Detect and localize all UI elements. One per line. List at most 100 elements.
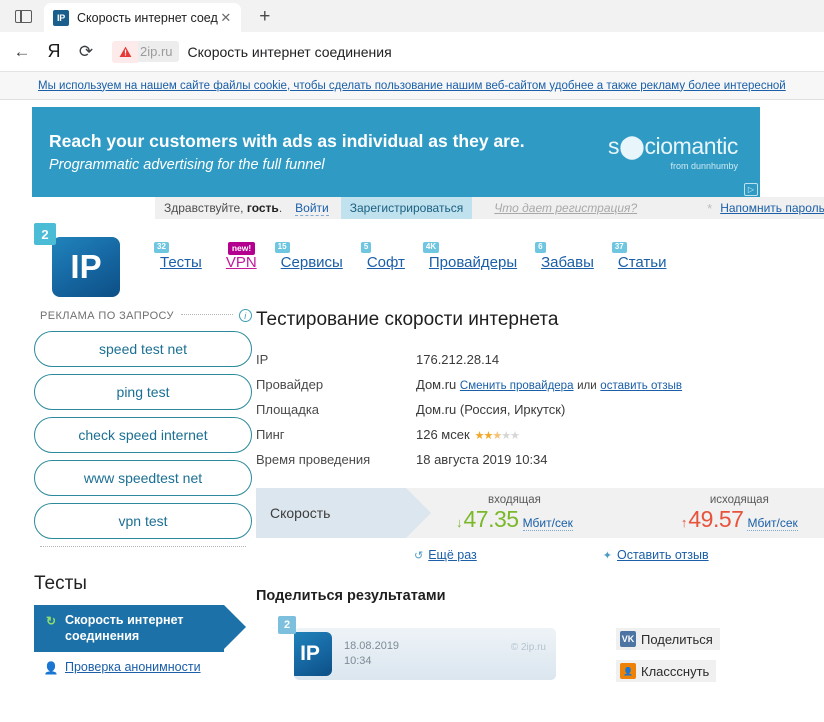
- star-filled: ★: [474, 430, 485, 442]
- nav-badge: 15: [274, 242, 290, 253]
- share-card-badge: 2: [278, 616, 296, 634]
- share-card-watermark: © 2ip.ru: [510, 642, 546, 653]
- nav-item-5[interactable]: 6 Забавы: [535, 242, 594, 272]
- promo-button-0[interactable]: speed test net: [34, 331, 252, 367]
- table-row-ping: Пинг 126 мсек ★★★★★: [256, 422, 824, 447]
- test-item-0[interactable]: ↻ Скорость интернет соединения: [34, 605, 246, 653]
- nav-item-4[interactable]: 4K Провайдеры: [422, 242, 517, 272]
- row-label-datetime: Время проведения: [256, 452, 371, 467]
- remind-password-link[interactable]: Напомнить пароль: [720, 201, 824, 215]
- ad-banner-container: Reach your customers with ads as individ…: [0, 100, 824, 197]
- share-result-card[interactable]: IP 18.08.2019 10:34 © 2ip.ru: [294, 628, 556, 680]
- yandex-logo-icon[interactable]: Я: [38, 36, 70, 68]
- reload-icon[interactable]: ⟳: [70, 36, 102, 68]
- site-logo[interactable]: 2 IP: [34, 223, 122, 297]
- tab-favicon: IP: [53, 9, 69, 26]
- browser-toolbar: ← Я ⟳ 2ip.ru Скорость интернет соединени…: [0, 32, 824, 72]
- download-unit[interactable]: Мбит/сек: [522, 516, 573, 531]
- test-item-label: Проверка анонимности: [65, 660, 201, 675]
- promo-header-label: РЕКЛАМА ПО ЗАПРОСУ: [40, 309, 174, 322]
- address-bar-title: Скорость интернет соединения: [187, 43, 392, 60]
- promo-header-divider: [180, 313, 233, 315]
- speed-actions: ↺ Ещё раз ✦ Оставить отзыв: [256, 538, 824, 562]
- logo-badge: 2: [34, 223, 56, 245]
- leave-review-button[interactable]: ✦ Оставить отзыв: [603, 548, 709, 562]
- leave-review-link[interactable]: оставить отзыв: [600, 380, 682, 392]
- share-button-label: Классснуть: [641, 663, 710, 679]
- download-caption: входящая: [487, 493, 541, 506]
- greeting-text: Здравствуйте, гость.: [155, 201, 282, 215]
- row-label-platform: Площадка: [256, 402, 320, 417]
- row-value-provider: Дом.ru Сменить провайдера или оставить о…: [416, 372, 824, 397]
- ok-icon: 👤: [620, 663, 636, 679]
- table-row-datetime: Время проведения 18 августа 2019 10:34: [256, 447, 824, 472]
- upload-value: 49.57: [688, 505, 744, 532]
- nav-item-3[interactable]: 5 Софт: [360, 242, 405, 272]
- table-row-provider: Провайдер Дом.ru Сменить провайдера или …: [256, 372, 824, 397]
- test-item-1[interactable]: 👤 Проверка анонимности: [34, 652, 252, 684]
- nav-item-0[interactable]: 32 Тесты: [154, 242, 202, 272]
- cookie-notice-text[interactable]: Мы используем на нашем сайте файлы cooki…: [38, 80, 786, 92]
- nav-item-label: VPN: [225, 254, 257, 271]
- share-card-date: 18.08.2019: [344, 640, 400, 653]
- star-half: ★: [492, 430, 502, 442]
- login-link[interactable]: Войти: [295, 201, 329, 216]
- ad-text-block: Reach your customers with ads as individ…: [32, 131, 608, 173]
- vk-icon: VK: [620, 631, 636, 647]
- share-button-vk[interactable]: VK Поделиться: [616, 628, 720, 650]
- new-tab-icon[interactable]: +: [251, 3, 279, 31]
- browser-chrome: IP Скорость интернет соед ✕ + ← Я ⟳ 2ip.…: [0, 0, 824, 72]
- what-registration-gives-link[interactable]: Что дает регистрация?: [494, 201, 637, 215]
- retry-test-button[interactable]: ↺ Ещё раз: [414, 548, 477, 562]
- panel-icon: [14, 9, 32, 23]
- left-sidebar: РЕКЛАМА ПО ЗАПРОСУ i speed test net ping …: [34, 309, 252, 692]
- promo-footer-divider: [40, 546, 246, 547]
- promo-button-4[interactable]: vpn test: [34, 503, 252, 539]
- retry-icon: ↺: [414, 549, 424, 562]
- share-button-ok[interactable]: 👤 Классснуть: [616, 660, 717, 682]
- close-icon[interactable]: ✕: [218, 10, 234, 26]
- address-bar-domain: 2ip.ru: [138, 41, 179, 62]
- tab-title: Скорость интернет соед: [77, 10, 218, 25]
- review-icon: ✦: [602, 549, 612, 562]
- back-icon[interactable]: ←: [6, 36, 38, 68]
- sidebar-toggle-icon[interactable]: [6, 0, 40, 32]
- warning-triangle-icon[interactable]: [112, 40, 138, 63]
- nav-item-2[interactable]: 15 Сервисы: [274, 242, 343, 272]
- nav-item-1[interactable]: new! VPN: [226, 242, 257, 272]
- ad-brand-name: s⬤ciomantic: [608, 133, 738, 159]
- cookie-notice[interactable]: Мы используем на нашем сайте файлы cooki…: [0, 72, 824, 100]
- promo-button-2[interactable]: check speed internet: [34, 417, 252, 453]
- change-provider-link[interactable]: Сменить провайдера: [460, 380, 574, 392]
- ping-value: 126 мсек: [416, 427, 470, 442]
- share-row: 2 IP 18.08.2019 10:34 © 2ip.ru VK Поделит…: [256, 616, 824, 692]
- nav-item-6[interactable]: 37 Статьи: [611, 242, 667, 272]
- greeting-prefix: Здравствуйте,: [164, 201, 247, 215]
- provider-or-text: или: [577, 380, 597, 392]
- nav-badge: 32: [154, 242, 169, 253]
- ad-brand-tagline: from dunnhumby: [670, 161, 738, 171]
- row-label-provider: Провайдер: [256, 377, 324, 392]
- promo-button-3[interactable]: www speedtest net: [34, 460, 252, 496]
- info-icon[interactable]: i: [239, 309, 252, 322]
- register-link[interactable]: Зарегистрироваться: [340, 197, 473, 219]
- row-label-ping: Пинг: [256, 427, 285, 442]
- row-value-platform: Дом.ru (Россия, Иркутск): [416, 402, 566, 417]
- upload-caption: исходящая: [709, 493, 769, 506]
- table-row-platform: Площадка Дом.ru (Россия, Иркутск): [256, 397, 824, 422]
- address-bar[interactable]: 2ip.ru Скорость интернет соединения: [112, 37, 818, 67]
- review-label: Оставить отзыв: [616, 548, 709, 562]
- upload-unit[interactable]: Мбит/сек: [747, 516, 798, 531]
- retry-label: Ещё раз: [428, 548, 477, 562]
- row-value-datetime: 18 августа 2019 10:34: [416, 452, 548, 467]
- ad-banner[interactable]: Reach your customers with ads as individ…: [32, 107, 760, 197]
- nav-item-label: Статьи: [617, 254, 667, 271]
- download-value: 47.35: [463, 505, 520, 532]
- user-bar: Здравствуйте, гость. Войти Зарегистриров…: [155, 197, 824, 219]
- asterisk-mark: *: [707, 200, 713, 216]
- adchoices-icon[interactable]: ▷: [744, 183, 758, 196]
- test-item-label: Скорость интернет соединения: [65, 613, 184, 643]
- promo-button-1[interactable]: ping test: [34, 374, 252, 410]
- browser-tab[interactable]: IP Скорость интернет соед ✕: [44, 3, 241, 32]
- tests-list: ↻ Скорость интернет соединения 👤 Проверка а…: [34, 605, 252, 684]
